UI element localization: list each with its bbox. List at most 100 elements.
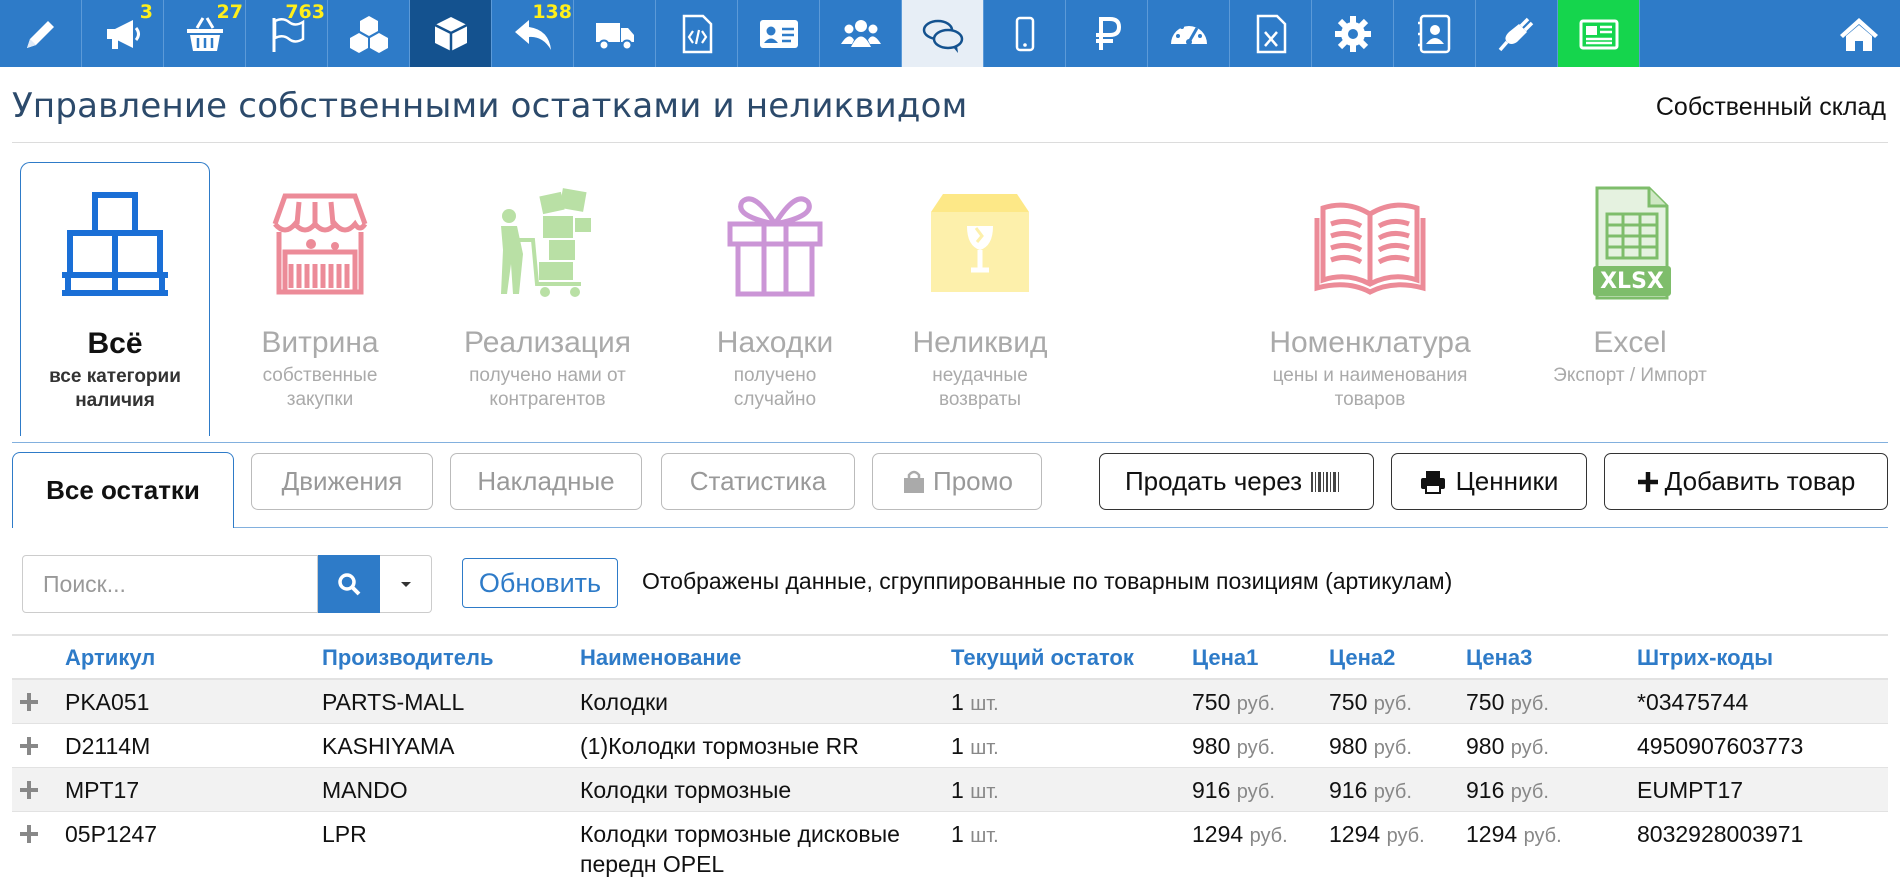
- table-row[interactable]: 05P1247 LPR Колодки тормозные дисковые п…: [12, 812, 1888, 890]
- column-header-maker[interactable]: Производитель: [322, 645, 494, 671]
- column-header-barcodes[interactable]: Штрих-коды: [1637, 645, 1773, 671]
- nav-home[interactable]: [1818, 0, 1900, 67]
- category-all-sub2: наличия: [75, 390, 155, 411]
- cell-article: D2114M: [65, 733, 151, 759]
- category-all[interactable]: Всё все категории наличия: [20, 162, 210, 436]
- price-value: 916: [1466, 777, 1505, 803]
- category-findings-title: Находки: [716, 326, 834, 359]
- column-header-stock[interactable]: Текущий остаток: [951, 645, 1134, 671]
- category-nomenclature-title: Номенклатура: [1269, 326, 1471, 359]
- column-header-price3[interactable]: Цена3: [1466, 645, 1532, 671]
- nav-plugins[interactable]: [1476, 0, 1558, 67]
- tab-movements[interactable]: Движения: [251, 453, 433, 510]
- cell-maker: KASHIYAMA: [322, 733, 455, 759]
- home-icon: [1840, 17, 1878, 51]
- category-realization[interactable]: Реализация получено нами от контрагентов: [440, 162, 655, 436]
- table-row[interactable]: MPT17 MANDO Колодки тормозные 1 шт. 916 …: [12, 768, 1888, 812]
- nav-users[interactable]: [820, 0, 902, 67]
- cell-barcode: EUMPT17: [1637, 777, 1744, 803]
- nav-boxes[interactable]: [328, 0, 410, 67]
- nav-promo[interactable]: 3: [82, 0, 164, 67]
- category-showcase-sub2: закупки: [286, 389, 354, 410]
- category-findings[interactable]: Находки получено случайно: [680, 162, 870, 436]
- cell-name-line2: передн OPEL: [580, 851, 725, 877]
- tab-all-stock[interactable]: Все остатки: [12, 452, 234, 528]
- cell-article: 05P1247: [65, 821, 158, 847]
- category-excel[interactable]: XLSX Excel Экспорт / Импорт: [1525, 162, 1735, 436]
- nav-code[interactable]: [656, 0, 738, 67]
- nav-contacts-card[interactable]: [738, 0, 820, 67]
- cell-name: Колодки тормозные: [580, 777, 792, 803]
- newspaper-icon: [1579, 19, 1618, 49]
- cell-barcode: *03475744: [1637, 689, 1749, 715]
- tab-promo-label: Промо: [933, 466, 1013, 496]
- search-input[interactable]: [22, 555, 318, 613]
- nav-flags-badge: 763: [285, 1, 325, 23]
- column-header-price1[interactable]: Цена1: [1192, 645, 1258, 671]
- table-row[interactable]: D2114M KASHIYAMA (1)Колодки тормозные RR…: [12, 724, 1888, 768]
- nav-stock[interactable]: [410, 0, 492, 67]
- price-tags-button[interactable]: Ценники: [1391, 453, 1587, 510]
- open-book-icon: [1314, 202, 1426, 295]
- cell-price3: 750 руб.: [1466, 687, 1549, 719]
- expand-row-icon[interactable]: [16, 733, 42, 759]
- tab-invoices[interactable]: Накладные: [450, 453, 642, 510]
- nav-returns[interactable]: 138: [492, 0, 574, 67]
- nav-edit[interactable]: [0, 0, 82, 67]
- search-button[interactable]: [318, 555, 380, 613]
- nav-settings[interactable]: [1312, 0, 1394, 67]
- nav-cart[interactable]: 27: [164, 0, 246, 67]
- megaphone-icon: [106, 19, 140, 49]
- warehouse-label[interactable]: Собственный склад: [1656, 93, 1886, 122]
- currency-label: руб.: [1373, 781, 1412, 803]
- tab-statistics[interactable]: Статистика: [661, 453, 855, 510]
- ruble-icon: [1095, 16, 1121, 50]
- add-item-button[interactable]: Добавить товар: [1604, 453, 1888, 510]
- currency-label: руб.: [1510, 781, 1549, 803]
- table-row[interactable]: PKA051 PARTS-MALL Колодки 1 шт. 750 руб.…: [12, 680, 1888, 724]
- search-options-dropdown[interactable]: [380, 555, 432, 613]
- column-header-name[interactable]: Наименование: [580, 645, 741, 671]
- stock-unit: шт.: [970, 693, 999, 715]
- sell-via-label: Продать через: [1124, 466, 1303, 496]
- tab-promo[interactable]: Промо: [872, 453, 1042, 510]
- cell-price1: 980 руб.: [1192, 731, 1275, 763]
- top-navigation: 3 27 763 138: [0, 0, 1900, 67]
- nav-flags[interactable]: 763: [246, 0, 328, 67]
- shop-icon: [272, 193, 368, 295]
- category-showcase[interactable]: Витрина собственные закупки: [225, 162, 415, 436]
- price-value: 916: [1192, 777, 1231, 803]
- column-header-price2[interactable]: Цена2: [1329, 645, 1395, 671]
- nav-returns-badge: 138: [532, 1, 572, 23]
- nav-address-book[interactable]: [1394, 0, 1476, 67]
- expand-row-icon[interactable]: [16, 689, 42, 715]
- category-illiquid[interactable]: Неликвид неудачные возвраты: [885, 162, 1075, 436]
- expand-row-icon[interactable]: [16, 777, 42, 803]
- nav-news[interactable]: [1558, 0, 1640, 67]
- nav-promo-badge: 3: [139, 1, 153, 23]
- nav-finance[interactable]: [1066, 0, 1148, 67]
- nav-chat[interactable]: [902, 0, 984, 67]
- category-findings-sub2: случайно: [733, 389, 817, 410]
- expand-row-icon[interactable]: [16, 821, 42, 847]
- pencil-icon: [26, 20, 54, 48]
- nav-mobile[interactable]: [984, 0, 1066, 67]
- nav-dashboard[interactable]: [1148, 0, 1230, 67]
- box-icon: [433, 16, 468, 51]
- cell-barcode: 4950907603773: [1637, 733, 1804, 759]
- nav-delivery[interactable]: [574, 0, 656, 67]
- xlsx-label: XLSX: [1600, 269, 1664, 294]
- gear-icon: [1334, 15, 1371, 52]
- nav-excel[interactable]: [1230, 0, 1312, 67]
- category-nomenclature[interactable]: Номенклатура цены и наименования товаров: [1250, 162, 1490, 436]
- refresh-button[interactable]: Обновить: [462, 558, 618, 608]
- category-realization-sub2: контрагентов: [489, 389, 606, 410]
- cell-stock: 1 шт.: [951, 687, 999, 719]
- column-header-article[interactable]: Артикул: [65, 645, 155, 671]
- category-illiquid-title: Неликвид: [912, 326, 1048, 359]
- price-value: 980: [1192, 733, 1231, 759]
- stock-value: 1: [951, 733, 964, 759]
- sell-via-barcode-button[interactable]: Продать через: [1099, 453, 1374, 510]
- currency-label: руб.: [1373, 737, 1412, 759]
- barcode-icon: [1311, 471, 1340, 492]
